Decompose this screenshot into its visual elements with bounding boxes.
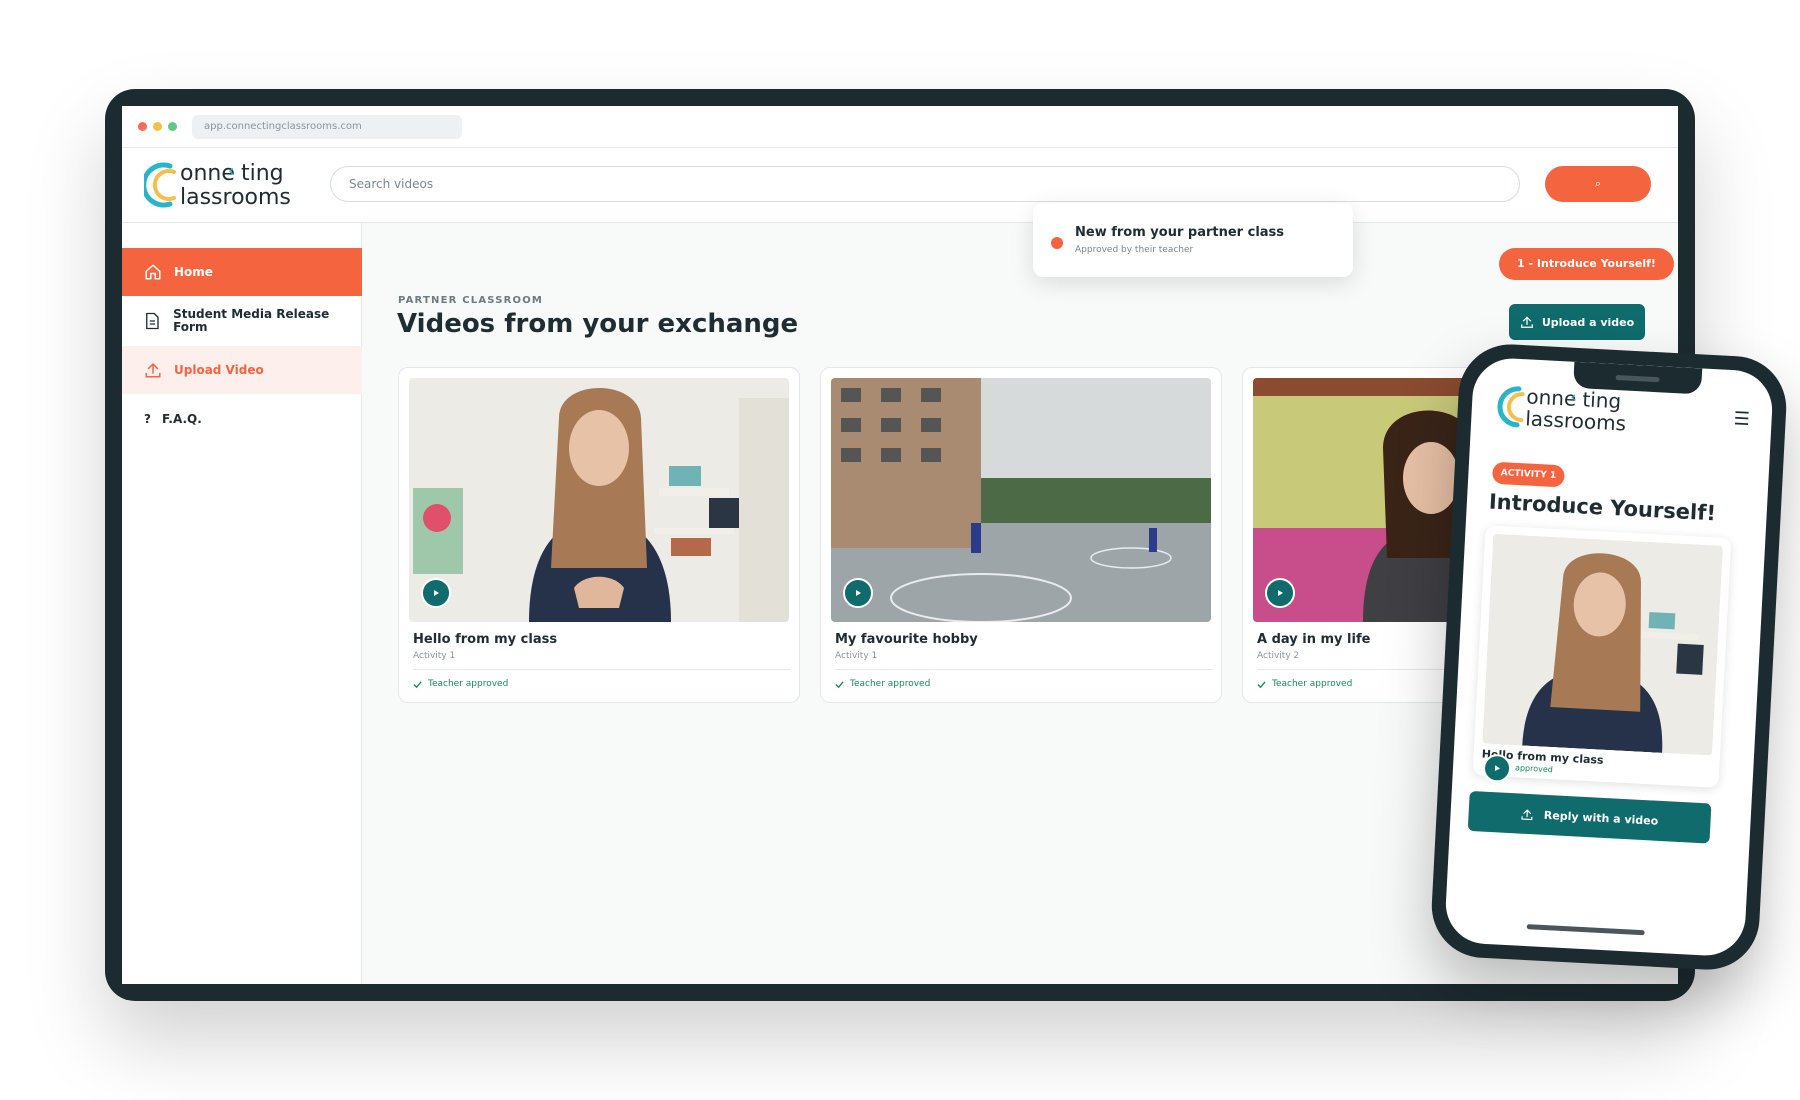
search-button[interactable]: ⌕ bbox=[1545, 166, 1651, 202]
window-maximize-dot[interactable] bbox=[168, 122, 177, 131]
divider bbox=[413, 669, 791, 670]
activity-badge: ACTIVITY 1 bbox=[1491, 461, 1565, 488]
device-mockup-stage: app.connectingclassrooms.com onne ‹ ting… bbox=[0, 0, 1800, 1100]
video-title[interactable]: My favourite hobby bbox=[835, 632, 978, 647]
play-icon bbox=[434, 590, 439, 596]
logo-text-2: lassrooms bbox=[1525, 406, 1627, 435]
hamburger-menu-icon[interactable]: ☰ bbox=[1733, 408, 1750, 430]
sidebar-item-media-release[interactable]: Student Media Release Form bbox=[122, 297, 362, 345]
video-thumbnail[interactable] bbox=[1482, 533, 1723, 756]
app-header: onne ‹ ting lassrooms Search videos ⌕ bbox=[122, 148, 1678, 223]
question-icon: ? bbox=[144, 412, 151, 426]
divider bbox=[835, 669, 1213, 670]
approval-label: Teacher approved bbox=[428, 679, 509, 689]
logo-text-2: lassrooms bbox=[180, 185, 291, 210]
phone-frame: onne ‹ ting lassrooms ☰ ACTIVITY 1 Intro… bbox=[1429, 341, 1789, 973]
upload-icon bbox=[1521, 809, 1533, 820]
introduce-yourself-button[interactable]: 1 - Introduce Yourself! bbox=[1499, 248, 1674, 280]
upload-icon bbox=[1520, 316, 1533, 328]
sidebar-item-label: F.A.Q. bbox=[162, 411, 202, 426]
approval-label: Teacher approved bbox=[850, 679, 931, 689]
sidebar-item-label: Home bbox=[174, 264, 213, 279]
video-title[interactable]: A day in my life bbox=[1257, 632, 1370, 647]
video-thumbnail[interactable] bbox=[409, 378, 789, 622]
search-icon: ⌕ bbox=[1594, 177, 1602, 190]
play-button[interactable] bbox=[1265, 578, 1295, 608]
play-button[interactable] bbox=[1482, 753, 1512, 784]
page-title: Videos from your exchange bbox=[397, 309, 799, 339]
video-activity: Activity 1 bbox=[413, 651, 456, 661]
notification-dot-icon bbox=[1051, 237, 1063, 249]
sidebar-item-upload[interactable]: Upload Video bbox=[122, 346, 362, 394]
sidebar-item-home[interactable]: Home bbox=[122, 248, 362, 296]
connecting-classrooms-logo[interactable]: onne ‹ ting lassrooms bbox=[144, 156, 304, 214]
play-button[interactable] bbox=[421, 578, 451, 608]
reply-button-label: Reply with a video bbox=[1543, 808, 1659, 828]
video-title[interactable]: Hello from my class bbox=[413, 632, 557, 647]
video-card[interactable]: My favourite hobby Activity 1 Teacher ap… bbox=[820, 367, 1222, 703]
phone-screen: onne ‹ ting lassrooms ☰ ACTIVITY 1 Intro… bbox=[1443, 356, 1775, 958]
sidebar-item-label: Upload Video bbox=[174, 362, 264, 377]
approval-status: Teacher approved bbox=[413, 679, 508, 689]
sidebar-item-label: Student Media Release Form bbox=[173, 307, 330, 334]
upload-video-button[interactable]: Upload a video bbox=[1509, 304, 1645, 340]
home-icon bbox=[144, 263, 174, 281]
video-activity: Activity 1 bbox=[835, 651, 878, 661]
svg-text:‹: ‹ bbox=[228, 161, 234, 180]
approval-label: Teacher approved bbox=[1272, 679, 1353, 689]
play-button[interactable] bbox=[843, 578, 873, 608]
upload-video-label: Upload a video bbox=[1541, 315, 1635, 329]
window-close-dot[interactable] bbox=[138, 122, 147, 131]
section-eyebrow: PARTNER CLASSROOM bbox=[398, 295, 544, 306]
play-icon bbox=[1278, 590, 1283, 596]
browser-bar: app.connectingclassrooms.com bbox=[122, 106, 1678, 148]
upload-icon bbox=[144, 361, 174, 379]
notification-subtitle: Approved by their teacher bbox=[1075, 245, 1194, 255]
check-icon bbox=[1257, 680, 1266, 688]
sidebar: Home Student Media Release Form Upload V… bbox=[122, 223, 362, 984]
video-card[interactable]: Hello from my class Activity 1 Teacher a… bbox=[398, 367, 800, 703]
approval-label: approved bbox=[1514, 763, 1554, 775]
sidebar-item-faq[interactable]: ? F.A.Q. bbox=[122, 395, 362, 443]
svg-text:‹: ‹ bbox=[1570, 388, 1577, 406]
check-icon bbox=[835, 680, 844, 688]
address-bar[interactable]: app.connectingclassrooms.com bbox=[192, 115, 462, 139]
window-minimize-dot[interactable] bbox=[153, 122, 162, 131]
logo-text-1b: ting bbox=[241, 161, 284, 186]
phone-page-title: Introduce Yourself! bbox=[1488, 489, 1717, 526]
notification-title: New from your partner class bbox=[1075, 225, 1285, 240]
notification-toast[interactable]: New from your partner class Approved by … bbox=[1033, 203, 1353, 277]
play-icon bbox=[1494, 765, 1501, 772]
reply-with-video-button[interactable]: Reply with a video bbox=[1467, 790, 1712, 844]
approval-status: Teacher approved bbox=[1257, 679, 1352, 689]
play-icon bbox=[856, 590, 861, 596]
check-icon bbox=[413, 680, 422, 688]
approval-status: Teacher approved bbox=[835, 679, 930, 689]
search-input[interactable]: Search videos bbox=[330, 166, 1520, 202]
phone-video-card[interactable]: Hello from my class approved bbox=[1472, 525, 1732, 788]
logo-text-1: onne bbox=[180, 161, 235, 186]
video-thumbnail[interactable] bbox=[831, 378, 1211, 622]
document-icon bbox=[144, 312, 173, 330]
connecting-classrooms-logo[interactable]: onne ‹ ting lassrooms bbox=[1493, 378, 1646, 442]
video-activity: Activity 2 bbox=[1257, 651, 1300, 661]
